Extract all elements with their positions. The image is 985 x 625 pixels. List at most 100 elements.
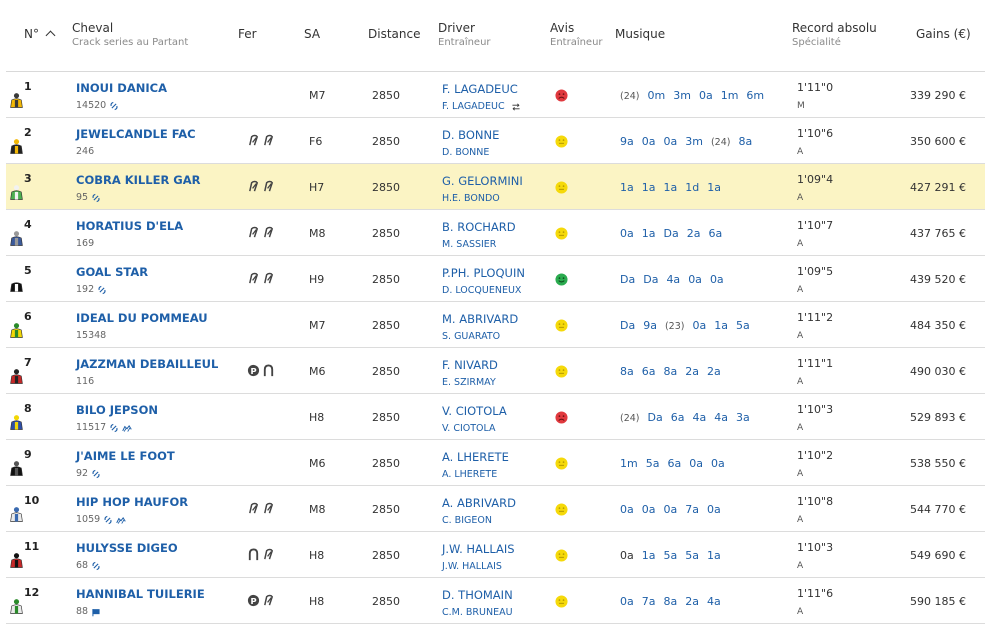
driver-link[interactable]: P.PH. PLOQUIN: [442, 266, 525, 280]
musique-item[interactable]: 0a: [664, 135, 678, 148]
horse-name-link[interactable]: HIP HOP HAUFOR: [76, 495, 188, 509]
musique-item[interactable]: 1a: [707, 549, 721, 562]
musique-item[interactable]: 7a: [642, 595, 656, 608]
horse-name-link[interactable]: COBRA KILLER GAR: [76, 173, 201, 187]
driver-link[interactable]: A. LHERETE: [442, 450, 509, 464]
musique-item[interactable]: 0a: [692, 319, 706, 332]
musique-item[interactable]: 4a: [666, 273, 680, 286]
musique-item[interactable]: 5a: [736, 319, 750, 332]
header-distance[interactable]: Distance: [368, 28, 420, 41]
horse-name-link[interactable]: HANNIBAL TUILERIE: [76, 587, 205, 601]
horse-name-link[interactable]: JEWELCANDLE FAC: [76, 127, 196, 141]
driver-link[interactable]: D. BONNE: [442, 128, 499, 142]
musique-item[interactable]: 0a: [642, 135, 656, 148]
musique-item[interactable]: 8a: [664, 365, 678, 378]
musique-item[interactable]: 9a: [620, 135, 634, 148]
musique-item[interactable]: 0a: [688, 273, 702, 286]
horse-name-link[interactable]: J'AIME LE FOOT: [76, 449, 175, 463]
trainer-link[interactable]: D. BONNE: [442, 147, 489, 158]
trainer-link[interactable]: M. SASSIER: [442, 239, 496, 250]
driver-link[interactable]: V. CIOTOLA: [442, 404, 507, 418]
musique-item[interactable]: 1m: [721, 89, 739, 102]
header-fer[interactable]: Fer: [238, 28, 257, 41]
trainer-link[interactable]: E. SZIRMAY: [442, 377, 496, 388]
trainer-link[interactable]: V. CIOTOLA: [442, 423, 496, 434]
musique-item[interactable]: 4a: [707, 595, 721, 608]
trainer-link[interactable]: A. LHERETE: [442, 469, 497, 480]
driver-link[interactable]: G. GELORMINI: [442, 174, 523, 188]
musique-item[interactable]: Da: [643, 273, 658, 286]
trainer-link[interactable]: F. LAGADEUC: [442, 101, 505, 112]
musique-item[interactable]: Da: [620, 319, 635, 332]
musique-item[interactable]: 1a: [642, 549, 656, 562]
header-gains[interactable]: Gains (€): [916, 28, 971, 41]
musique-item[interactable]: 1a: [664, 181, 678, 194]
musique-item[interactable]: 0a: [699, 89, 713, 102]
musique-item[interactable]: 6m: [746, 89, 764, 102]
musique-item[interactable]: 3m: [685, 135, 703, 148]
driver-link[interactable]: F. LAGADEUC: [442, 82, 518, 96]
header-cheval[interactable]: Cheval Crack series au Partant: [72, 22, 188, 49]
trainer-link[interactable]: C.M. BRUNEAU: [442, 607, 513, 618]
musique-item[interactable]: 5a: [646, 457, 660, 470]
musique-item[interactable]: 8a: [620, 365, 634, 378]
trainer-link[interactable]: D. LOCQUENEUX: [442, 285, 521, 296]
musique-item[interactable]: 0a: [642, 503, 656, 516]
musique-item[interactable]: 1a: [642, 181, 656, 194]
musique-item[interactable]: 0a: [707, 503, 721, 516]
header-musique[interactable]: Musique: [615, 28, 665, 41]
musique-item[interactable]: 8a: [738, 135, 752, 148]
musique-item[interactable]: 6a: [671, 411, 685, 424]
musique-item[interactable]: 6a: [708, 227, 722, 240]
musique-item[interactable]: 1d: [685, 181, 699, 194]
musique-item[interactable]: 2a: [707, 365, 721, 378]
header-driver[interactable]: Driver Entraîneur: [438, 22, 491, 49]
horse-name-link[interactable]: BILO JEPSON: [76, 403, 158, 417]
musique-item[interactable]: 0a: [620, 503, 634, 516]
driver-link[interactable]: J.W. HALLAIS: [442, 542, 515, 556]
musique-item[interactable]: 0a: [711, 457, 725, 470]
driver-link[interactable]: D. THOMAIN: [442, 588, 513, 602]
musique-item[interactable]: 2a: [687, 227, 701, 240]
horse-name-link[interactable]: JAZZMAN DEBAILLEUL: [76, 357, 218, 371]
musique-item[interactable]: 1a: [642, 227, 656, 240]
musique-item[interactable]: 2a: [685, 365, 699, 378]
horse-name-link[interactable]: HULYSSE DIGEO: [76, 541, 178, 555]
musique-item[interactable]: 9a: [643, 319, 657, 332]
musique-item[interactable]: Da: [620, 273, 635, 286]
musique-item[interactable]: 1a: [707, 181, 721, 194]
musique-item[interactable]: 7a: [685, 503, 699, 516]
driver-link[interactable]: B. ROCHARD: [442, 220, 516, 234]
horse-name-link[interactable]: INOUI DANICA: [76, 81, 167, 95]
musique-item[interactable]: 0a: [620, 549, 634, 562]
musique-item[interactable]: 0a: [620, 227, 634, 240]
musique-item[interactable]: Da: [664, 227, 679, 240]
musique-item[interactable]: 5a: [664, 549, 678, 562]
musique-item[interactable]: 1a: [714, 319, 728, 332]
musique-item[interactable]: 0a: [620, 595, 634, 608]
musique-item[interactable]: 0a: [689, 457, 703, 470]
header-avis[interactable]: Avis Entraîneur: [550, 22, 603, 49]
musique-item[interactable]: 1m: [620, 457, 638, 470]
trainer-link[interactable]: C. BIGEON: [442, 515, 492, 526]
header-record[interactable]: Record absolu Spécialité: [792, 22, 877, 49]
driver-link[interactable]: M. ABRIVARD: [442, 312, 518, 326]
header-num[interactable]: N°: [24, 28, 56, 41]
musique-item[interactable]: 0a: [710, 273, 724, 286]
horse-name-link[interactable]: HORATIUS D'ELA: [76, 219, 183, 233]
driver-link[interactable]: A. ABRIVARD: [442, 496, 516, 510]
musique-item[interactable]: 6a: [667, 457, 681, 470]
driver-link[interactable]: F. NIVARD: [442, 358, 498, 372]
musique-item[interactable]: 6a: [642, 365, 656, 378]
sort-asc-icon[interactable]: [45, 30, 56, 41]
musique-item[interactable]: Da: [648, 411, 663, 424]
trainer-link[interactable]: J.W. HALLAIS: [442, 561, 502, 572]
musique-item[interactable]: 4a: [692, 411, 706, 424]
musique-item[interactable]: 4a: [714, 411, 728, 424]
musique-item[interactable]: 3m: [673, 89, 691, 102]
musique-item[interactable]: 2a: [685, 595, 699, 608]
trainer-link[interactable]: H.E. BONDO: [442, 193, 500, 204]
musique-item[interactable]: 8a: [664, 595, 678, 608]
musique-item[interactable]: 5a: [685, 549, 699, 562]
header-sa[interactable]: SA: [304, 28, 320, 41]
